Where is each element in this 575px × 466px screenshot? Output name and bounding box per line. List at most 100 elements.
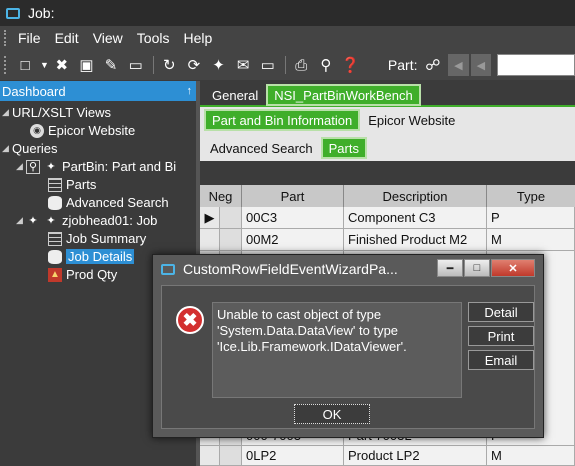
table-row[interactable]: 0LP2 Product LP2 M [200, 446, 575, 466]
tree-job-summary[interactable]: Job Summary [48, 231, 146, 246]
tree-job-details[interactable]: Job Details [48, 249, 135, 264]
menu-file[interactable]: File [18, 30, 41, 46]
globe-icon: ◉ [30, 123, 44, 138]
tree-prod-qty[interactable]: ▲ Prod Qty [48, 267, 117, 282]
tree-parts[interactable]: Parts [48, 177, 96, 192]
column-header-type[interactable]: Type [487, 185, 575, 207]
cell-neg[interactable] [220, 446, 242, 466]
pin-icon[interactable]: ↑ [187, 85, 193, 97]
binoculars-icon[interactable]: ☍ [424, 55, 443, 75]
first-record-button[interactable]: ◀ [448, 54, 469, 76]
tabrow-3: Advanced Search Parts [200, 135, 575, 159]
print-button[interactable]: Print [468, 326, 534, 346]
error-message: Unable to cast object of type 'System.Da… [212, 302, 462, 398]
dropdown-icon[interactable]: ▼ [40, 55, 49, 75]
new-icon[interactable]: □ [16, 55, 35, 75]
tree-epicor-website-label: Epicor Website [48, 123, 136, 138]
cell-type[interactable]: P [487, 207, 575, 229]
column-header-part[interactable]: Part [242, 185, 344, 207]
part-label: Part: [387, 57, 418, 73]
error-dialog: CustomRowFieldEventWizardPa... ━ □ ✕ ✖ U… [152, 254, 544, 438]
menu-tools[interactable]: Tools [137, 30, 170, 46]
blank2-icon[interactable]: ▭ [258, 55, 277, 75]
menu-help[interactable]: Help [183, 30, 212, 46]
undo-icon[interactable]: ↻ [160, 55, 179, 75]
delete-icon[interactable]: ✖ [52, 55, 71, 75]
detail-button[interactable]: Detail [468, 302, 534, 322]
cell-description[interactable]: Component C3 [344, 207, 487, 229]
tree-job-summary-label: Job Summary [66, 231, 147, 246]
table-row[interactable]: 00M2 Finished Product M2 M [200, 229, 575, 251]
row-selector[interactable] [200, 446, 220, 466]
column-header-neg[interactable]: Neg [200, 185, 242, 207]
tab-epicor-website[interactable]: Epicor Website [362, 109, 461, 131]
column-header-description[interactable]: Description [344, 185, 487, 207]
preview-icon[interactable]: ⚲ [317, 55, 336, 75]
tree-advanced-search[interactable]: Advanced Search [48, 195, 169, 210]
tree-partbin-label: PartBin: Part and Bi [62, 159, 177, 174]
collapse-icon[interactable]: ◢ [2, 107, 12, 118]
save-icon[interactable]: ▣ [77, 55, 96, 75]
cell-description[interactable]: Finished Product M2 [344, 229, 487, 251]
tree-url-views-label: URL/XSLT Views [12, 105, 111, 120]
tab-general[interactable]: General [206, 84, 264, 106]
tabrow-1: General NSI_PartBinWorkBench [200, 82, 575, 106]
menu-grip [4, 30, 8, 46]
query-icon: ⚲ [26, 159, 40, 174]
minimize-icon[interactable]: ━ [437, 259, 463, 277]
menu-edit[interactable]: Edit [55, 30, 79, 46]
window-titlebar: Job: [0, 0, 575, 26]
table-row[interactable]: ▶ 00C3 Component C3 P [200, 207, 575, 229]
prev-record-button[interactable]: ◀ [470, 54, 492, 76]
cell-description[interactable]: Product LP2 [344, 446, 487, 466]
close-icon[interactable]: ✕ [491, 259, 535, 277]
tab-part-and-bin-information[interactable]: Part and Bin Information [204, 109, 361, 131]
cell-neg[interactable] [220, 207, 242, 229]
cell-neg[interactable] [220, 229, 242, 251]
row-selector-arrow-icon[interactable]: ▶ [200, 207, 220, 229]
menu-view[interactable]: View [93, 30, 123, 46]
maximize-icon[interactable]: □ [464, 259, 490, 277]
cell-part[interactable]: 00C3 [242, 207, 344, 229]
collapse-icon[interactable]: ◢ [16, 215, 26, 226]
attachment-icon[interactable]: ✉ [234, 55, 253, 75]
toolbar-grip [4, 56, 8, 74]
email-button[interactable]: Email [468, 350, 534, 370]
cell-type[interactable]: M [487, 229, 575, 251]
toolbar-separator-2 [285, 56, 286, 74]
app-icon [6, 7, 20, 19]
wizard-icon[interactable]: ✦ [209, 55, 228, 75]
dialog-title: CustomRowFieldEventWizardPa... [183, 261, 398, 277]
ok-button[interactable]: OK [294, 404, 370, 424]
tree-advanced-search-label: Advanced Search [66, 195, 169, 210]
cell-type[interactable]: M [487, 446, 575, 466]
cell-part[interactable]: 0LP2 [242, 446, 344, 466]
tree-epicor-website[interactable]: ◉ Epicor Website [30, 123, 135, 138]
cell-part[interactable]: 00M2 [242, 229, 344, 251]
part-input[interactable] [497, 54, 575, 76]
clear-icon[interactable]: ✎ [102, 55, 121, 75]
tab-advanced-search[interactable]: Advanced Search [204, 137, 319, 159]
print-icon[interactable]: ⎙ [292, 55, 311, 75]
error-icon: ✖ [176, 306, 204, 334]
refresh-icon[interactable]: ⟳ [185, 55, 204, 75]
dialog-titlebar[interactable]: CustomRowFieldEventWizardPa... ━ □ ✕ [153, 255, 543, 283]
row-selector[interactable] [200, 229, 220, 251]
collapse-icon[interactable]: ◢ [16, 161, 26, 172]
satellite-icon: ✦ [46, 215, 56, 227]
tree-job-details-label: Job Details [66, 249, 135, 264]
collapse-icon[interactable]: ◢ [2, 143, 12, 154]
toolbar: □ ▼ ✖ ▣ ✎ ▭ ↻ ⟳ ✦ ✉ ▭ ⎙ ⚲ ❓ Part: ☍ ◀ ◀ [0, 50, 575, 80]
blank-icon[interactable]: ▭ [126, 55, 145, 75]
tree-partbin[interactable]: ◢ ⚲ ✦ PartBin: Part and Bi [16, 159, 176, 174]
tree-url-views[interactable]: ◢ URL/XSLT Views [2, 105, 111, 120]
tree-zjobhead[interactable]: ◢ ✦ ✦ zjobhead01: Job [16, 213, 157, 228]
dashboard-title: Dashboard [2, 83, 66, 99]
tree-queries[interactable]: ◢ Queries [2, 141, 58, 156]
grid-icon [48, 231, 62, 246]
tab-nsi-partbinworkbench[interactable]: NSI_PartBinWorkBench [266, 84, 421, 106]
satellite-icon: ✦ [28, 215, 38, 227]
tab-parts[interactable]: Parts [320, 137, 367, 159]
grid-icon [48, 177, 62, 192]
help-icon[interactable]: ❓ [341, 55, 360, 75]
